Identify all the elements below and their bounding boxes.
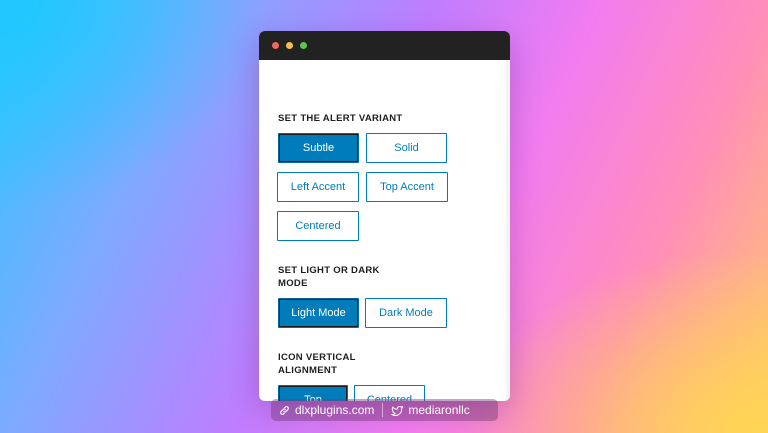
icon-alignment-label-line2: ALIGNMENT [278, 365, 338, 376]
mode-label-line2: MODE [278, 278, 308, 289]
minimize-window-button[interactable] [286, 42, 293, 49]
website-link[interactable]: dlxplugins.com [271, 399, 382, 421]
panel-scrollbar[interactable] [506, 60, 510, 401]
variant-subtle-button[interactable]: Subtle [278, 133, 359, 163]
dark-mode-button[interactable]: Dark Mode [365, 298, 447, 328]
maximize-window-button[interactable] [300, 42, 307, 49]
variant-top-accent-button[interactable]: Top Accent [366, 172, 448, 202]
icon-alignment-label-line1: ICON VERTICAL [278, 352, 356, 363]
mode-label-line1: SET LIGHT OR DARK [278, 265, 380, 276]
variant-solid-button[interactable]: Solid [366, 133, 447, 163]
twitter-link[interactable]: mediaronllc [383, 399, 477, 421]
alert-variant-label: SET THE ALERT VARIANT [278, 113, 403, 124]
settings-panel: SET THE ALERT VARIANT Subtle Solid Left … [259, 60, 510, 401]
light-mode-button[interactable]: Light Mode [278, 298, 359, 328]
icon-alignment-label: ICON VERTICAL ALIGNMENT [278, 351, 356, 377]
link-icon [280, 405, 289, 415]
window-titlebar [259, 31, 510, 60]
footer-credits: dlxplugins.com mediaronllc [271, 399, 498, 421]
twitter-text: mediaronllc [408, 403, 470, 417]
app-window: SET THE ALERT VARIANT Subtle Solid Left … [259, 31, 510, 401]
website-text: dlxplugins.com [295, 403, 375, 417]
close-window-button[interactable] [272, 42, 279, 49]
variant-left-accent-button[interactable]: Left Accent [277, 172, 359, 202]
mode-label: SET LIGHT OR DARK MODE [278, 264, 380, 290]
bird-icon [391, 405, 404, 416]
variant-centered-button[interactable]: Centered [277, 211, 359, 241]
